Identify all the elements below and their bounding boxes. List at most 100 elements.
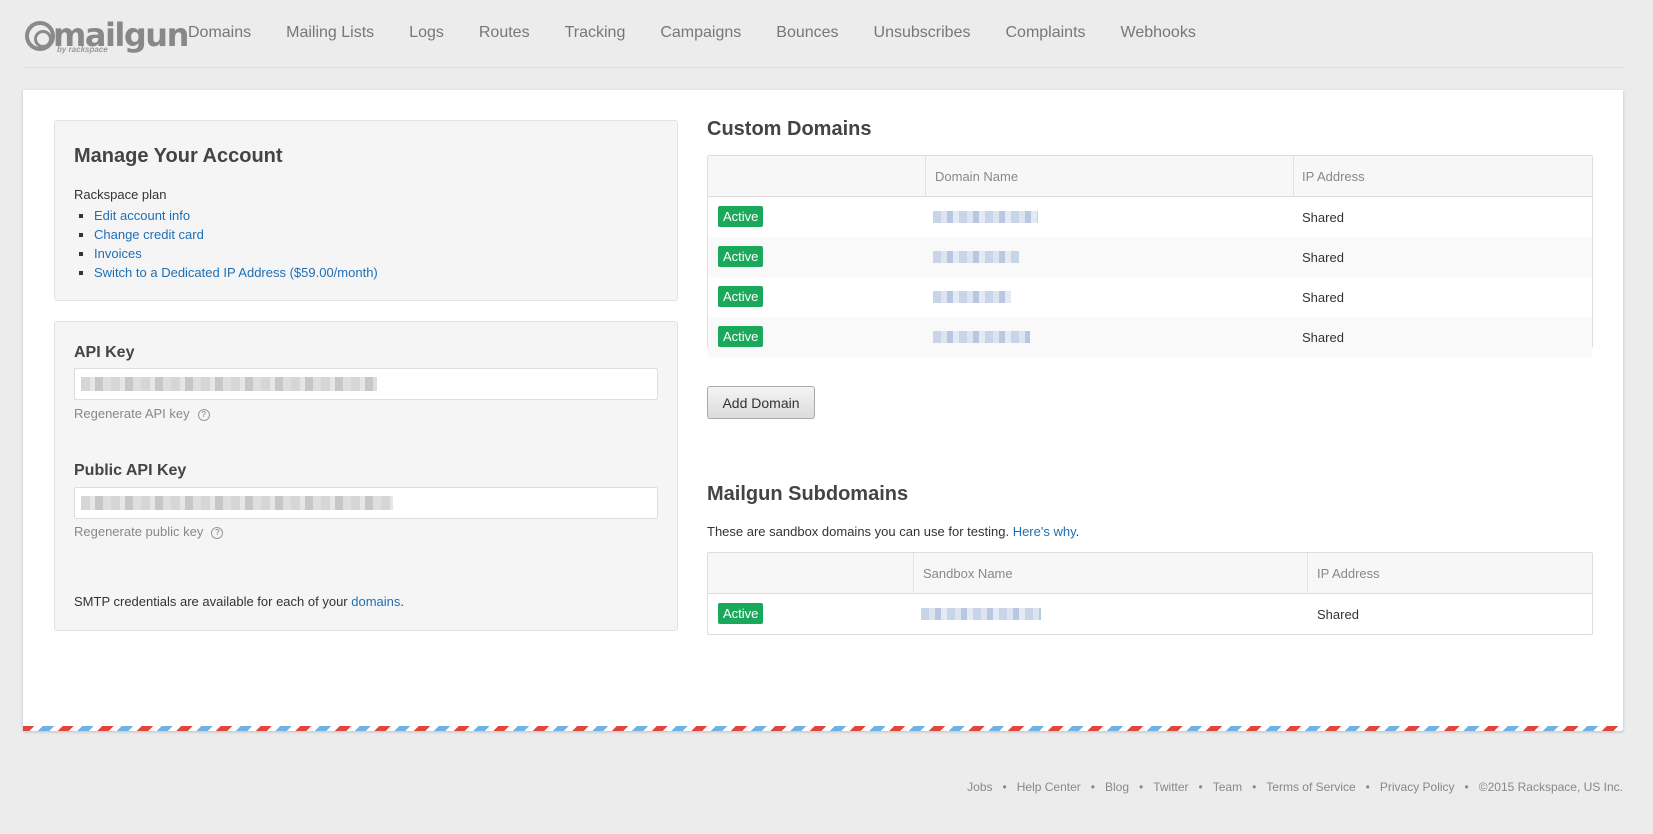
list-item: Invoices (94, 244, 378, 263)
footer-help-center-link[interactable]: Help Center (1017, 780, 1081, 794)
dedicated-ip-link[interactable]: Switch to a Dedicated IP Address ($59.00… (94, 265, 378, 280)
table-row[interactable]: Active Shared (708, 277, 1592, 317)
ip-address-cell: Shared (1302, 210, 1344, 225)
copyright: ©2015 Rackspace, US Inc. (1478, 780, 1623, 794)
main-nav: Domains Mailing Lists Logs Routes Tracki… (188, 24, 1231, 42)
sandbox-note-end: . (1075, 524, 1080, 539)
ip-address-cell: Shared (1302, 290, 1344, 305)
api-key-title: API Key (74, 344, 135, 361)
separator: • (1365, 780, 1370, 794)
nav-webhooks[interactable]: Webhooks (1121, 24, 1196, 42)
mailgun-logo[interactable]: mailgun by rackspace (25, 16, 189, 58)
heres-why-link[interactable]: Here's why (1013, 524, 1076, 539)
regenerate-public-key[interactable]: Regenerate public key? (74, 524, 224, 539)
regenerate-api-key-label: Regenerate API key (74, 406, 190, 421)
main-card: Manage Your Account Rackspace plan Edit … (23, 90, 1623, 731)
api-keys-panel: API Key Regenerate API key? Public API K… (54, 321, 678, 631)
manage-account-panel: Manage Your Account Rackspace plan Edit … (54, 120, 678, 301)
account-links: Edit account info Change credit card Inv… (94, 206, 378, 282)
smtp-end: . (400, 594, 404, 609)
mailgun-subdomains-title: Mailgun Subdomains (707, 483, 909, 505)
help-icon[interactable]: ? (211, 527, 224, 539)
at-sign-icon (25, 21, 55, 51)
ip-address-cell: Shared (1302, 250, 1344, 265)
nav-logs[interactable]: Logs (409, 24, 444, 42)
public-api-key-field[interactable] (74, 487, 658, 519)
table-header: Domain Name IP Address (708, 156, 1592, 197)
status-badge: Active (718, 603, 764, 624)
list-item: Edit account info (94, 206, 378, 225)
logo-byline: by rackspace (57, 45, 108, 54)
nav-campaigns[interactable]: Campaigns (660, 24, 741, 42)
status-badge: Active (718, 206, 764, 227)
domain-name-header: Domain Name (935, 169, 1019, 184)
redacted-sandbox-name[interactable] (921, 608, 1041, 620)
redacted-domain-name[interactable] (933, 211, 1038, 223)
nav-complaints[interactable]: Complaints (1005, 24, 1085, 42)
footer-twitter-link[interactable]: Twitter (1153, 780, 1188, 794)
domains-link[interactable]: domains (351, 594, 400, 609)
plan-label: Rackspace plan (74, 187, 167, 202)
redacted-domain-name[interactable] (933, 251, 1019, 263)
redacted-domain-name[interactable] (933, 291, 1011, 303)
column-divider (1307, 553, 1308, 594)
separator: • (1464, 780, 1469, 794)
footer-team-link[interactable]: Team (1213, 780, 1242, 794)
invoices-link[interactable]: Invoices (94, 246, 142, 261)
nav-unsubscribes[interactable]: Unsubscribes (874, 24, 971, 42)
help-icon[interactable]: ? (197, 409, 210, 421)
redacted-api-key (81, 377, 377, 391)
footer: Jobs • Help Center • Blog • Twitter • Team • … (967, 780, 1623, 794)
custom-domains-title: Custom Domains (707, 118, 872, 140)
ip-address-header: IP Address (1302, 169, 1365, 184)
sandbox-name-header: Sandbox Name (923, 566, 1013, 581)
nav-tracking[interactable]: Tracking (565, 24, 626, 42)
separator: • (1252, 780, 1257, 794)
ip-address-header: IP Address (1317, 566, 1380, 581)
change-credit-card-link[interactable]: Change credit card (94, 227, 204, 242)
custom-domains-table: Domain Name IP Address Active Shared Act… (707, 155, 1593, 357)
redacted-public-key (81, 496, 393, 510)
column-divider (1293, 156, 1294, 197)
smtp-note: SMTP credentials are available for each … (74, 594, 404, 609)
status-badge: Active (718, 286, 764, 307)
separator: • (1198, 780, 1203, 794)
airmail-border (23, 726, 1623, 731)
regenerate-api-key[interactable]: Regenerate API key? (74, 406, 210, 421)
nav-domains[interactable]: Domains (188, 24, 251, 42)
top-header: mailgun by rackspace Domains Mailing Lis… (23, 0, 1623, 68)
table-row[interactable]: Active Shared (708, 237, 1592, 277)
subdomains-table: Sandbox Name IP Address Active Shared (707, 552, 1593, 635)
edit-account-link[interactable]: Edit account info (94, 208, 190, 223)
regenerate-public-key-label: Regenerate public key (74, 524, 204, 539)
redacted-domain-name[interactable] (933, 331, 1030, 343)
footer-jobs-link[interactable]: Jobs (967, 780, 992, 794)
table-row[interactable]: Active Shared (708, 594, 1592, 634)
nav-mailing-lists[interactable]: Mailing Lists (286, 24, 374, 42)
footer-privacy-link[interactable]: Privacy Policy (1380, 780, 1455, 794)
list-item: Change credit card (94, 225, 378, 244)
column-divider (913, 553, 914, 594)
smtp-text: SMTP credentials are available for each … (74, 594, 352, 609)
separator: • (1002, 780, 1007, 794)
ip-address-cell: Shared (1302, 330, 1344, 345)
table-header: Sandbox Name IP Address (708, 553, 1592, 594)
manage-account-title: Manage Your Account (74, 145, 283, 167)
sandbox-note: These are sandbox domains you can use fo… (707, 524, 1079, 539)
nav-routes[interactable]: Routes (479, 24, 530, 42)
api-key-field[interactable] (74, 368, 658, 400)
add-domain-button[interactable]: Add Domain (707, 386, 815, 419)
footer-terms-link[interactable]: Terms of Service (1266, 780, 1355, 794)
status-badge: Active (718, 326, 764, 347)
table-row[interactable]: Active Shared (708, 197, 1592, 237)
column-divider (925, 156, 926, 197)
list-item: Switch to a Dedicated IP Address ($59.00… (94, 263, 378, 282)
separator: • (1090, 780, 1095, 794)
public-api-key-title: Public API Key (74, 462, 187, 479)
ip-address-cell: Shared (1317, 607, 1359, 622)
footer-blog-link[interactable]: Blog (1105, 780, 1129, 794)
table-row[interactable]: Active Shared (708, 317, 1592, 357)
separator: • (1139, 780, 1144, 794)
status-badge: Active (718, 246, 764, 267)
nav-bounces[interactable]: Bounces (776, 24, 838, 42)
